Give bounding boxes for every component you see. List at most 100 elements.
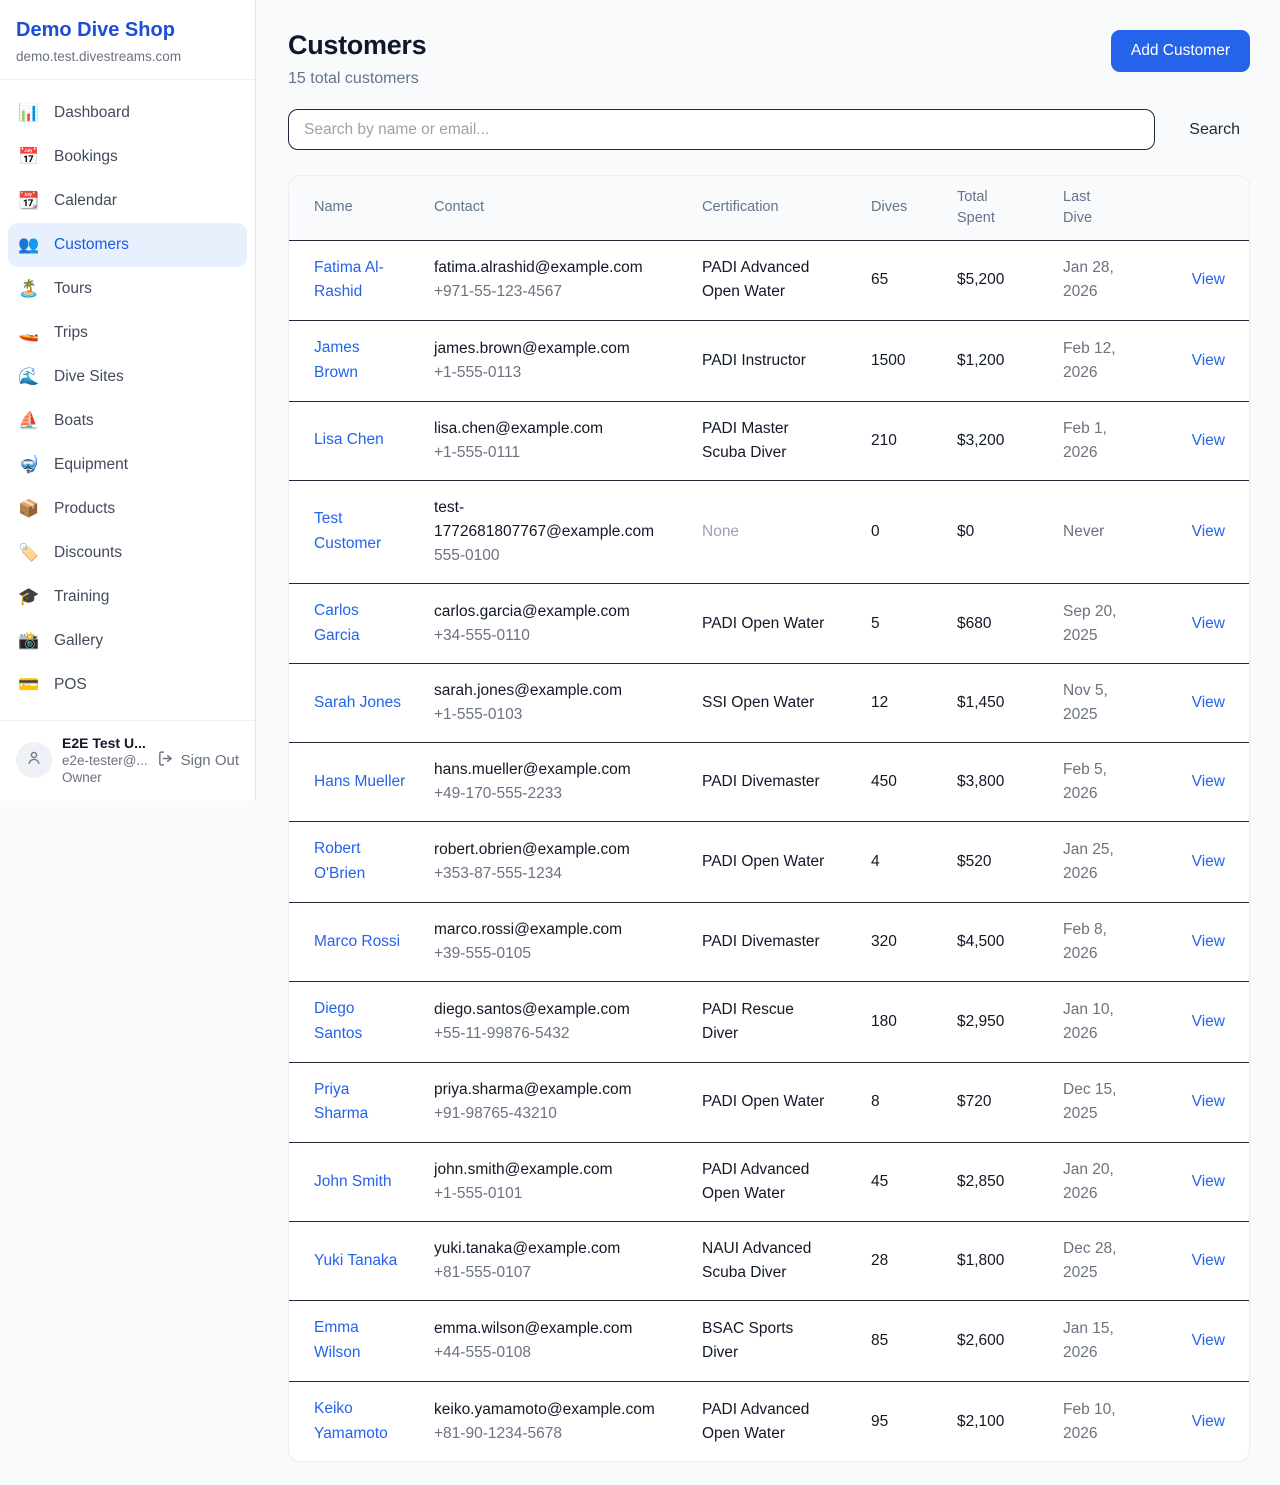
customer-name-link[interactable]: Fatima Al-Rashid (314, 256, 407, 306)
last-dive-value: Jan 25, 2026 (1063, 838, 1136, 886)
customer-name-link[interactable]: Hans Mueller (314, 770, 405, 795)
customer-name-link[interactable]: Yuki Tanaka (314, 1249, 397, 1274)
table-row: Carlos Garciacarlos.garcia@example.com+3… (289, 583, 1249, 664)
people-icon: 👥 (18, 235, 40, 255)
customer-phone: +91-98765-43210 (434, 1102, 686, 1126)
customer-name-link[interactable]: Emma Wilson (314, 1316, 407, 1366)
sidebar-item-pos[interactable]: 💳POS (8, 663, 247, 707)
sidebar-item-dive-sites[interactable]: 🌊Dive Sites (8, 355, 247, 399)
last-dive-value: Feb 10, 2026 (1063, 1398, 1136, 1446)
certification-cell: PADI Advanced Open Water (702, 240, 871, 321)
user-name: E2E Test U... (62, 735, 145, 751)
total-spent-cell: $2,600 (957, 1301, 1063, 1382)
sidebar-item-tours[interactable]: 🏝️Tours (8, 267, 247, 311)
column-header-label: Name (314, 199, 353, 215)
customer-name-link[interactable]: Carlos Garcia (314, 599, 407, 649)
name-cell: Yuki Tanaka (289, 1222, 434, 1301)
last-dive-value: Feb 8, 2026 (1063, 918, 1136, 966)
sidebar-item-label: Trips (54, 324, 88, 342)
action-cell: View (1170, 401, 1249, 480)
sidebar-item-products[interactable]: 📦Products (8, 487, 247, 531)
sidebar-user-panel: E2E Test U... e2e-tester@... Owner Sign … (0, 720, 255, 801)
sidebar-item-gallery[interactable]: 📸Gallery (8, 619, 247, 663)
add-customer-button[interactable]: Add Customer (1111, 30, 1250, 72)
sidebar-item-trips[interactable]: 🚤Trips (8, 311, 247, 355)
customer-name-link[interactable]: Robert O'Brien (314, 837, 407, 887)
view-customer-link[interactable]: View (1192, 615, 1225, 632)
view-customer-link[interactable]: View (1192, 1013, 1225, 1030)
last-dive-value: Nov 5, 2025 (1063, 679, 1136, 727)
person-icon (25, 749, 43, 772)
table-header-row: NameContactCertificationDivesTotal Spent… (289, 176, 1249, 240)
contact-cell: john.smith@example.com+1-555-0101 (434, 1143, 702, 1222)
customer-name-link[interactable]: Priya Sharma (314, 1078, 407, 1128)
customer-count: 15 total customers (288, 70, 426, 88)
dives-cell: 85 (871, 1301, 957, 1382)
column-header: Total Spent (957, 176, 1063, 240)
customer-name-link[interactable]: Diego Santos (314, 997, 407, 1047)
view-customer-link[interactable]: View (1192, 523, 1225, 540)
sidebar-item-dashboard[interactable]: 📊Dashboard (8, 91, 247, 135)
name-cell: Robert O'Brien (289, 822, 434, 903)
search-input[interactable] (288, 109, 1155, 150)
customer-email: sarah.jones@example.com (434, 679, 647, 703)
shop-domain: demo.test.divestreams.com (16, 49, 239, 64)
sidebar-item-calendar[interactable]: 📆 Calendar (8, 179, 247, 223)
certification-cell: PADI Instructor (702, 321, 871, 402)
customer-email: diego.santos@example.com (434, 998, 647, 1022)
view-customer-link[interactable]: View (1192, 1252, 1225, 1269)
sidebar-item-equipment[interactable]: 🤿Equipment (8, 443, 247, 487)
view-customer-link[interactable]: View (1192, 773, 1225, 790)
search-button[interactable]: Search (1179, 113, 1250, 147)
tear-off-calendar-icon: 📆 (18, 191, 40, 211)
customer-name-link[interactable]: Sarah Jones (314, 691, 401, 716)
view-customer-link[interactable]: View (1192, 1093, 1225, 1110)
view-customer-link[interactable]: View (1192, 694, 1225, 711)
dives-cell: 8 (871, 1062, 957, 1143)
view-customer-link[interactable]: View (1192, 1332, 1225, 1349)
last-dive-cell: Dec 15, 2025 (1063, 1062, 1170, 1143)
contact-cell: yuki.tanaka@example.com+81-555-0107 (434, 1222, 702, 1301)
certification-value: PADI Master Scuba Diver (702, 417, 825, 465)
column-header: Contact (434, 176, 702, 240)
sidebar-item-label: Calendar (54, 192, 117, 210)
customer-email: yuki.tanaka@example.com (434, 1237, 647, 1261)
customer-phone: +1-555-0113 (434, 361, 686, 385)
view-customer-link[interactable]: View (1192, 271, 1225, 288)
view-customer-link[interactable]: View (1192, 933, 1225, 950)
table-row: Keiko Yamamotokeiko.yamamoto@example.com… (289, 1381, 1249, 1461)
view-customer-link[interactable]: View (1192, 853, 1225, 870)
sidebar: Demo Dive Shop demo.test.divestreams.com… (0, 0, 256, 801)
name-cell: John Smith (289, 1143, 434, 1222)
customer-phone: +353-87-555-1234 (434, 862, 686, 886)
certification-value: PADI Open Water (702, 612, 824, 636)
certification-value: PADI Advanced Open Water (702, 256, 825, 304)
view-customer-link[interactable]: View (1192, 1173, 1225, 1190)
sidebar-item-bookings[interactable]: 📅Bookings (8, 135, 247, 179)
customer-name-link[interactable]: James Brown (314, 336, 407, 386)
view-customer-link[interactable]: View (1192, 1413, 1225, 1430)
diving-mask-icon: 🤿 (18, 455, 40, 475)
customer-name-link[interactable]: Marco Rossi (314, 930, 400, 955)
search-row: Search (288, 109, 1250, 150)
customer-name-link[interactable]: Keiko Yamamoto (314, 1397, 407, 1447)
dives-cell: 320 (871, 903, 957, 982)
sidebar-item-label: Discounts (54, 544, 122, 562)
sidebar-item-discounts[interactable]: 🏷️Discounts (8, 531, 247, 575)
sidebar-nav: 📊Dashboard📅Bookings 📆 Calendar 👥Customers🏝️… (0, 80, 255, 707)
sign-out-button[interactable]: Sign Out (155, 746, 241, 775)
customer-name-link[interactable]: Test Customer (314, 507, 407, 557)
column-header (1170, 176, 1249, 240)
column-header: Certification (702, 176, 871, 240)
certification-value: SSI Open Water (702, 691, 814, 715)
view-customer-link[interactable]: View (1192, 432, 1225, 449)
contact-cell: fatima.alrashid@example.com+971-55-123-4… (434, 240, 702, 321)
action-cell: View (1170, 1381, 1249, 1461)
sidebar-item-customers[interactable]: 👥Customers (8, 223, 247, 267)
sidebar-item-boats[interactable]: ⛵Boats (8, 399, 247, 443)
sidebar-item-training[interactable]: 🎓Training (8, 575, 247, 619)
total-spent-cell: $1,200 (957, 321, 1063, 402)
view-customer-link[interactable]: View (1192, 352, 1225, 369)
customer-name-link[interactable]: John Smith (314, 1170, 392, 1195)
customer-name-link[interactable]: Lisa Chen (314, 428, 384, 453)
